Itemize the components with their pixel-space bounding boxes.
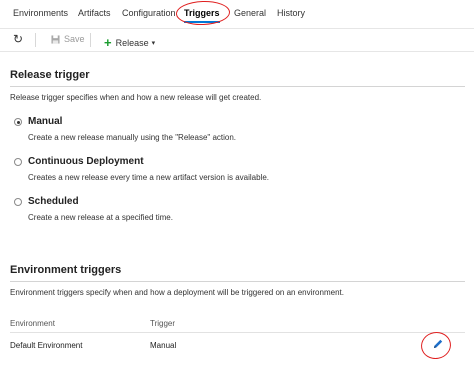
column-header-environment: Environment [10,319,55,328]
tab-general[interactable]: General [234,8,266,18]
radio-manual[interactable] [14,118,22,126]
tab-configuration[interactable]: Configuration [122,8,176,18]
save-label: Save [64,34,85,44]
tab-bar: Environments Artifacts Configuration Tri… [0,0,474,26]
environment-triggers-title: Environment triggers [10,264,122,276]
plus-icon: + [104,35,112,50]
environment-triggers-description: Environment triggers specify when and ho… [10,288,344,297]
chevron-down-icon: ▾ [151,40,156,47]
tab-environments[interactable]: Environments [13,8,68,18]
tab-artifacts[interactable]: Artifacts [78,8,111,18]
column-header-trigger: Trigger [150,319,176,328]
option-continuous-deployment-description: Creates a new release every time a new a… [28,173,269,182]
trigger-value: Manual [150,341,177,350]
table-header-divider [10,332,465,333]
option-scheduled-label[interactable]: Scheduled [28,196,79,207]
refresh-button[interactable]: ↻ [13,32,23,46]
option-continuous-deployment-label[interactable]: Continuous Deployment [28,156,144,167]
option-manual-label[interactable]: Manual [28,116,62,127]
section-divider [10,281,465,282]
release-trigger-description: Release trigger specifies when and how a… [10,93,262,102]
toolbar-divider [35,33,36,47]
save-icon [51,35,60,44]
tab-triggers[interactable]: Triggers [184,8,220,23]
radio-scheduled[interactable] [14,198,22,206]
toolbar: ↻ Save + Release ▾ [0,28,474,52]
refresh-icon: ↻ [13,32,24,46]
release-label: Release [115,38,149,48]
release-trigger-title: Release trigger [10,69,90,81]
save-button[interactable]: Save [51,34,85,44]
tab-history[interactable]: History [277,8,305,18]
toolbar-divider [90,33,91,47]
option-scheduled-description: Create a new release at a specified time… [28,213,173,222]
section-divider [10,86,465,87]
radio-continuous-deployment[interactable] [14,158,22,166]
edit-button[interactable] [431,337,445,351]
pencil-icon [434,339,443,348]
release-button[interactable]: + Release ▾ [104,34,156,50]
option-manual-description: Create a new release manually using the … [28,133,237,142]
environment-name: Default Environment [10,341,83,350]
